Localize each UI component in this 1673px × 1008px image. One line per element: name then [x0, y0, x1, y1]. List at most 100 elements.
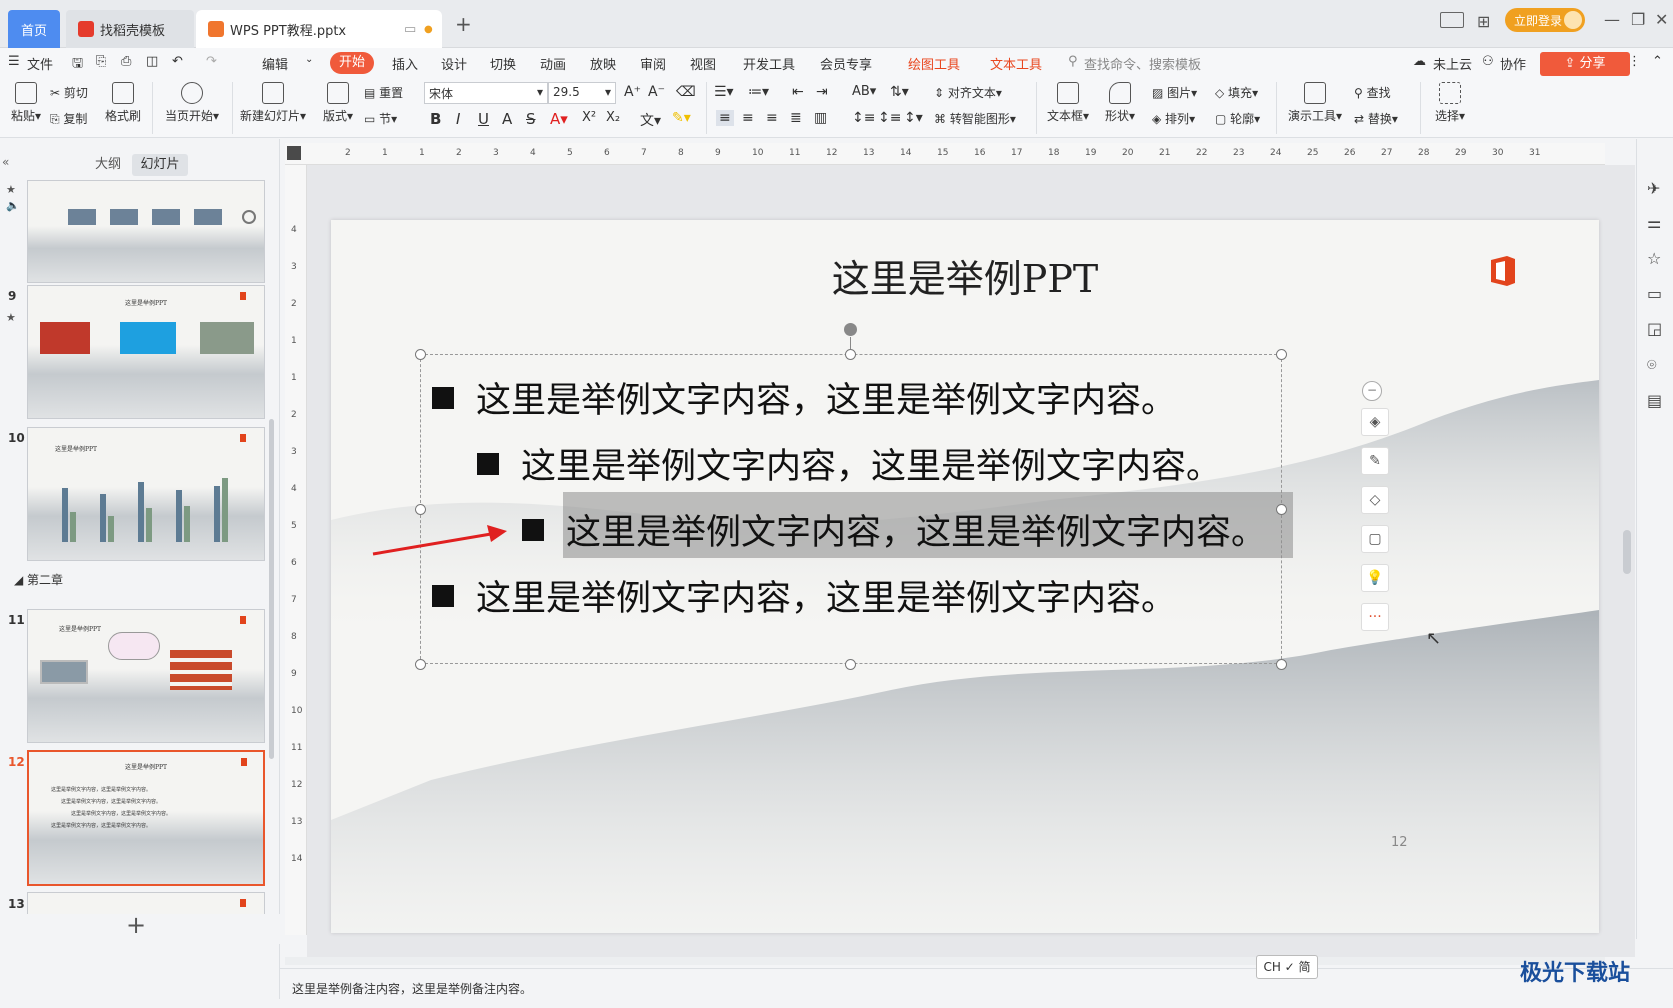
- text-direction-icon[interactable]: AB▾: [852, 84, 876, 99]
- menu-view[interactable]: 视图: [690, 54, 716, 73]
- highlight-icon[interactable]: ✎▾: [672, 110, 691, 126]
- fill-button[interactable]: ◇ 填充▾: [1215, 84, 1258, 101]
- menu-member[interactable]: 会员专享: [820, 54, 872, 73]
- textbox-button[interactable]: 文本框▾: [1044, 82, 1092, 124]
- copy-button[interactable]: ⎘ 复制: [50, 110, 87, 127]
- menu-show[interactable]: 放映: [590, 54, 616, 73]
- section-header[interactable]: ◢ 第二章: [14, 571, 63, 588]
- comment-icon[interactable]: ▭: [1647, 284, 1662, 303]
- close-icon[interactable]: ✕: [1655, 10, 1668, 29]
- justify-icon[interactable]: ≣: [790, 110, 802, 126]
- eraser-icon[interactable]: ⌫: [676, 84, 696, 100]
- ime-indicator[interactable]: CH ✓ 简: [1256, 955, 1318, 979]
- pen-icon[interactable]: ✎: [1361, 447, 1389, 475]
- cut-button[interactable]: ✂ 剪切: [50, 84, 88, 101]
- grid-icon[interactable]: ⊞: [1477, 12, 1490, 31]
- menu-drawing-tools[interactable]: 绘图工具: [908, 54, 960, 73]
- picture-button[interactable]: ▨ 图片▾: [1152, 84, 1197, 101]
- sliders-icon[interactable]: ⚌: [1647, 213, 1661, 232]
- slide-thumbnail[interactable]: 这里是举例PPT: [27, 609, 265, 743]
- paste-button[interactable]: 粘贴▾: [6, 82, 46, 124]
- menu-animation[interactable]: 动画: [540, 54, 566, 73]
- para-spacing-icon[interactable]: ↕≡: [878, 110, 901, 126]
- resize-handle[interactable]: [415, 659, 426, 670]
- bullet-level1[interactable]: 这里是举例文字内容，这里是举例文字内容。: [432, 372, 1176, 423]
- horizontal-scrollbar[interactable]: [285, 957, 1605, 965]
- location-icon[interactable]: ⌾: [1647, 355, 1657, 375]
- phonetic-icon[interactable]: 文▾: [640, 110, 661, 130]
- redo-icon[interactable]: ↷: [206, 54, 217, 69]
- section-button[interactable]: ▭ 节▾: [364, 110, 397, 127]
- menu-switch[interactable]: 切换: [490, 54, 516, 73]
- undo-icon[interactable]: ↶: [172, 54, 183, 69]
- sort-icon[interactable]: ⇅▾: [890, 84, 909, 100]
- print-icon[interactable]: ⎙: [121, 54, 131, 69]
- arrange-button[interactable]: ◈ 排列▾: [1152, 110, 1195, 127]
- resize-handle[interactable]: [1276, 349, 1287, 360]
- fill-bucket-icon[interactable]: ◇: [1361, 486, 1389, 514]
- resize-handle[interactable]: [415, 349, 426, 360]
- tab-template[interactable]: 找稻壳模板: [66, 10, 194, 48]
- share-button[interactable]: ⇪ 分享: [1540, 52, 1630, 76]
- monitor-icon[interactable]: ▭: [404, 22, 416, 37]
- hamburger-icon[interactable]: ☰: [8, 54, 20, 69]
- vertical-ruler[interactable]: 4 3 2 1 1 2 3 4 5 6 7 8 9 10 11 12 13 14: [285, 165, 307, 935]
- decrease-indent-icon[interactable]: ⇤: [792, 84, 804, 100]
- slide-thumbnail[interactable]: [27, 180, 265, 283]
- menu-file[interactable]: 文件: [27, 54, 53, 73]
- collapse-icon[interactable]: −: [1362, 381, 1382, 401]
- layout-icon[interactable]: [1440, 12, 1464, 28]
- from-current-button[interactable]: 当页开始▾: [160, 82, 224, 124]
- bullet-level1[interactable]: 这里是举例文字内容，这里是举例文字内容。: [432, 570, 1176, 621]
- menu-edit[interactable]: 编辑: [262, 54, 288, 73]
- horizontal-ruler[interactable]: 2 1 1 2 3 4 5 6 7 8 9 10 11 12 13 14 15 16 17 18 19 20 21 22 23 2…: [285, 143, 1605, 165]
- bullet-level2[interactable]: 这里是举例文字内容，这里是举例文字内容。: [477, 438, 1221, 489]
- save-icon[interactable]: 🖫: [72, 54, 83, 76]
- resize-handle[interactable]: [1276, 504, 1287, 515]
- bold-button[interactable]: B: [430, 110, 441, 128]
- slide-thumbnail[interactable]: 这里是举例PPT: [27, 285, 265, 419]
- underline-button[interactable]: U: [478, 110, 489, 128]
- panel-scrollbar[interactable]: [269, 419, 274, 759]
- line-spacing-icon[interactable]: ↕≡: [852, 110, 875, 126]
- more-options-icon[interactable]: ···: [1361, 603, 1389, 631]
- resize-handle[interactable]: [845, 659, 856, 670]
- align-left-icon[interactable]: ≡: [716, 110, 734, 126]
- smart-shape-button[interactable]: ⌘ 转智能图形▾: [934, 110, 1016, 127]
- menu-design[interactable]: 设计: [441, 54, 467, 73]
- resize-handle[interactable]: [1276, 659, 1287, 670]
- command-search[interactable]: 查找命令、搜索模板: [1084, 54, 1201, 73]
- align-right-icon[interactable]: ≡: [766, 110, 778, 126]
- resize-handle[interactable]: [845, 349, 856, 360]
- collapse-ribbon-icon[interactable]: ⌃: [1652, 54, 1663, 69]
- font-color-icon[interactable]: A▾: [550, 110, 568, 128]
- book-icon[interactable]: ▤: [1647, 391, 1662, 410]
- notes-text[interactable]: 这里是举例备注内容，这里是举例备注内容。: [292, 980, 532, 997]
- presentation-tools-button[interactable]: 演示工具▾: [1284, 82, 1346, 124]
- grow-font-icon[interactable]: A⁺: [624, 84, 641, 100]
- login-button[interactable]: 立即登录: [1505, 8, 1585, 32]
- tab-home[interactable]: 首页: [8, 10, 60, 48]
- tab-slides[interactable]: 幻灯片: [132, 154, 188, 176]
- chevron-down-icon[interactable]: ⌄: [305, 54, 313, 65]
- cloud-status[interactable]: 未上云: [1433, 54, 1472, 73]
- strike-button[interactable]: S: [526, 110, 536, 128]
- minimize-icon[interactable]: —: [1604, 10, 1620, 29]
- canvas-scrollbar[interactable]: [1623, 530, 1631, 574]
- outline-button[interactable]: ▢ 轮廓▾: [1215, 110, 1260, 127]
- slide-thumbnail-selected[interactable]: 这里是举例PPT 这里是举例文字内容，这里是举例文字内容。 这里是举例文字内容，…: [27, 750, 265, 886]
- rocket-icon[interactable]: ✈: [1647, 179, 1660, 198]
- restore-icon[interactable]: ❐: [1631, 10, 1645, 29]
- star-icon[interactable]: ☆: [1647, 249, 1661, 268]
- menu-insert[interactable]: 插入: [392, 54, 418, 73]
- find-button[interactable]: ⚲ 查找: [1354, 84, 1391, 101]
- tab-stop-icon[interactable]: [287, 146, 301, 160]
- bullet-level3-selected[interactable]: 这里是举例文字内容，这里是举例文字内容。: [522, 504, 1266, 555]
- menu-dev[interactable]: 开发工具: [743, 54, 795, 73]
- shrink-font-icon[interactable]: A⁻: [648, 84, 665, 100]
- select-button[interactable]: 选择▾: [1428, 82, 1472, 124]
- font-size-select[interactable]: 29.5 ▾: [548, 82, 616, 104]
- outline-icon[interactable]: ▢: [1361, 525, 1389, 553]
- spacing-icon[interactable]: ↕▾: [904, 110, 923, 126]
- slide-thumbnail[interactable]: 这里是举例PPT: [27, 427, 265, 561]
